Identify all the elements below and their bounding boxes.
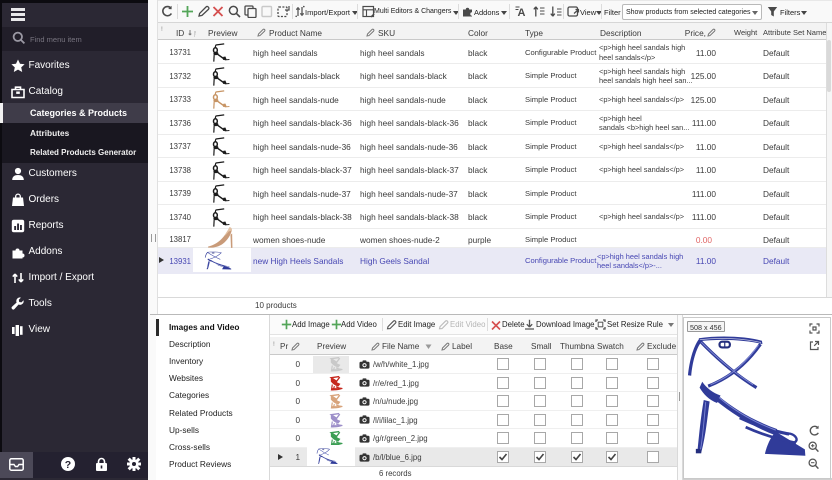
svg-text:?: ? [65,459,71,471]
svg-text:A: A [518,7,526,18]
